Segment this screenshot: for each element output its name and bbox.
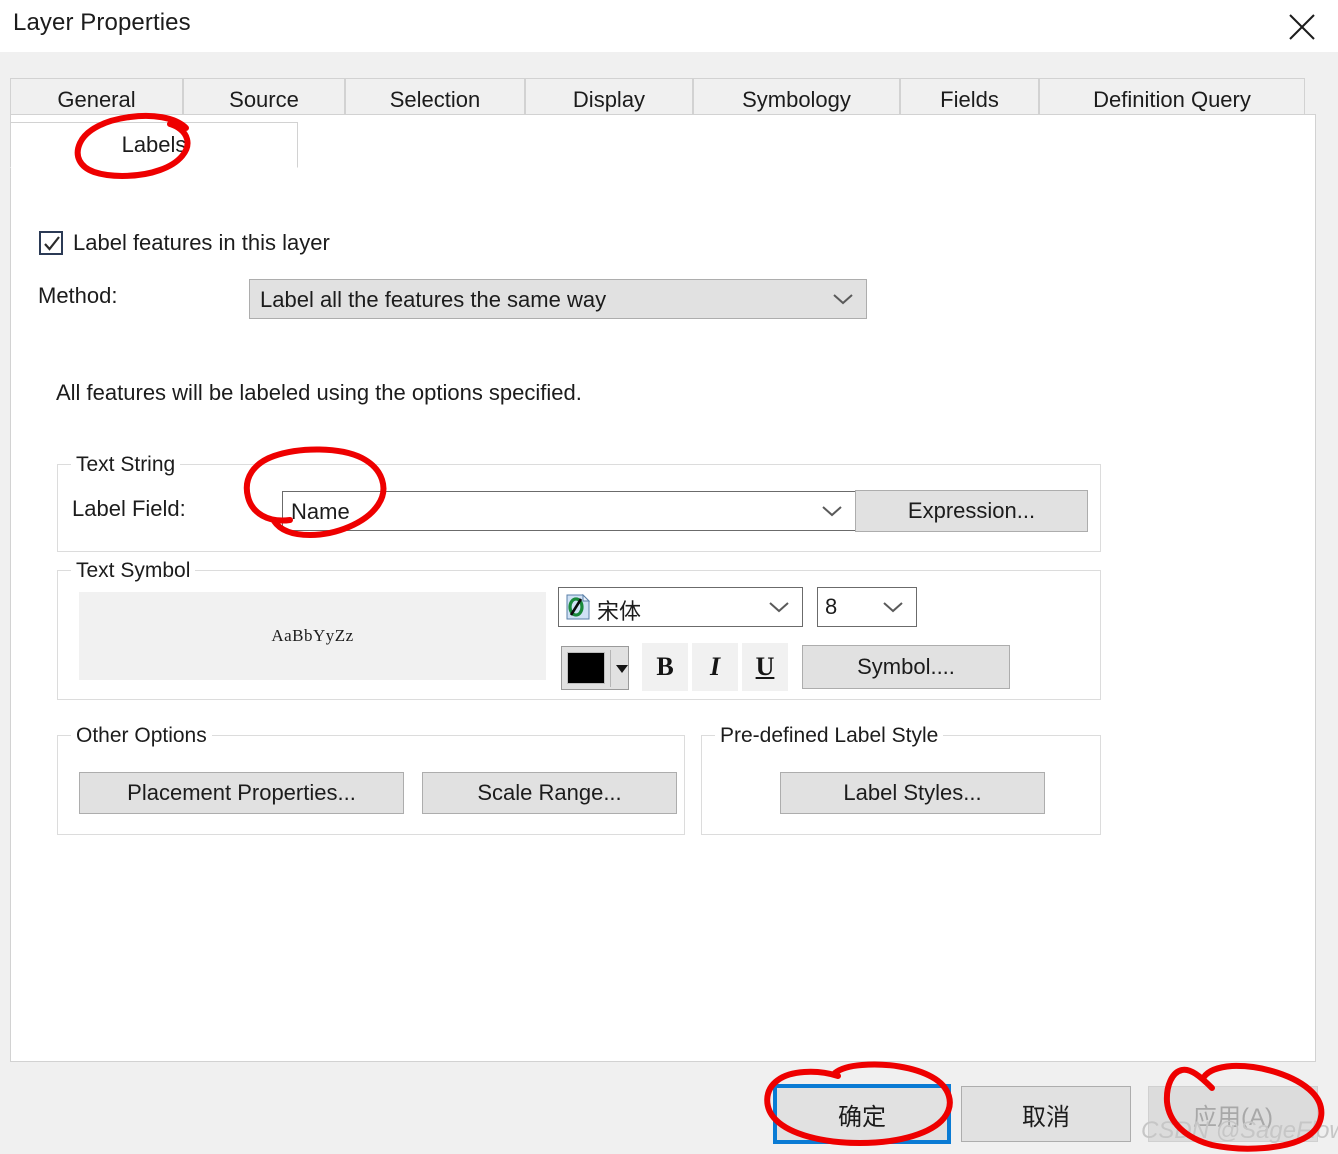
symbol-preview: AaBbYyZz bbox=[79, 592, 546, 680]
checkbox-box[interactable] bbox=[39, 231, 63, 255]
checkmark-icon bbox=[44, 236, 60, 251]
caret-down-icon bbox=[616, 665, 628, 673]
text-string-group: Text String Label Field: Name Expression… bbox=[57, 453, 1101, 552]
close-button[interactable] bbox=[1272, 0, 1332, 48]
chevron-down-icon bbox=[833, 294, 853, 305]
tab-labels[interactable]: Labels bbox=[10, 122, 298, 168]
close-icon bbox=[1289, 14, 1315, 40]
method-dropdown[interactable]: Label all the features the same way bbox=[249, 279, 867, 319]
layer-properties-dialog: Layer Properties General Source Selectio… bbox=[0, 0, 1338, 1154]
symbol-button[interactable]: Symbol.... bbox=[802, 645, 1010, 689]
cancel-button[interactable]: 取消 bbox=[961, 1086, 1131, 1142]
color-divider bbox=[610, 650, 611, 687]
text-string-group-title: Text String bbox=[71, 453, 181, 477]
label-styles-button[interactable]: Label Styles... bbox=[780, 772, 1045, 814]
description-text: All features will be labeled using the o… bbox=[56, 380, 582, 405]
truetype-font-icon bbox=[566, 594, 591, 620]
color-swatch bbox=[567, 652, 605, 684]
method-dropdown-value: Label all the features the same way bbox=[260, 287, 607, 312]
predefined-label-style-group-title: Pre-defined Label Style bbox=[715, 724, 944, 748]
placement-properties-button[interactable]: Placement Properties... bbox=[79, 772, 404, 814]
csdn-watermark: CSDN @SageFlower bbox=[1141, 1117, 1338, 1144]
predefined-label-style-group: Pre-defined Label Style Label Styles... bbox=[701, 724, 1101, 835]
method-label: Method: bbox=[38, 283, 118, 308]
ok-button[interactable]: 确定 bbox=[777, 1088, 947, 1140]
title-bar: Layer Properties bbox=[0, 0, 1338, 52]
bold-button[interactable]: B bbox=[642, 643, 688, 691]
symbol-preview-text: AaBbYyZz bbox=[271, 626, 354, 645]
font-family-dropdown[interactable]: 宋体 bbox=[558, 587, 803, 627]
chevron-down-icon bbox=[769, 602, 789, 613]
label-field-label: Label Field: bbox=[72, 496, 186, 521]
underline-button[interactable]: U bbox=[742, 643, 788, 691]
scale-range-button[interactable]: Scale Range... bbox=[422, 772, 677, 814]
text-symbol-group: Text Symbol AaBbYyZz 宋体 8 B I U Symbol..… bbox=[57, 559, 1101, 700]
other-options-group: Other Options Placement Properties... Sc… bbox=[57, 724, 685, 835]
italic-button[interactable]: I bbox=[692, 643, 738, 691]
text-color-picker[interactable] bbox=[561, 646, 629, 690]
font-size-dropdown[interactable]: 8 bbox=[817, 587, 917, 627]
label-features-label: Label features in this layer bbox=[73, 230, 330, 255]
font-family-value: 宋体 bbox=[597, 599, 642, 624]
expression-button[interactable]: Expression... bbox=[855, 490, 1088, 532]
labels-tab-panel: Label features in this layer Method: Lab… bbox=[10, 114, 1316, 1062]
label-field-value: Name bbox=[291, 499, 350, 524]
text-symbol-group-title: Text Symbol bbox=[71, 559, 196, 583]
chevron-down-icon bbox=[883, 602, 903, 613]
label-features-checkbox[interactable]: Label features in this layer bbox=[39, 230, 330, 256]
window-title: Layer Properties bbox=[13, 9, 191, 36]
other-options-group-title: Other Options bbox=[71, 724, 212, 748]
chevron-down-icon bbox=[822, 506, 842, 517]
font-size-value: 8 bbox=[825, 594, 838, 619]
label-field-dropdown[interactable]: Name bbox=[282, 491, 856, 531]
